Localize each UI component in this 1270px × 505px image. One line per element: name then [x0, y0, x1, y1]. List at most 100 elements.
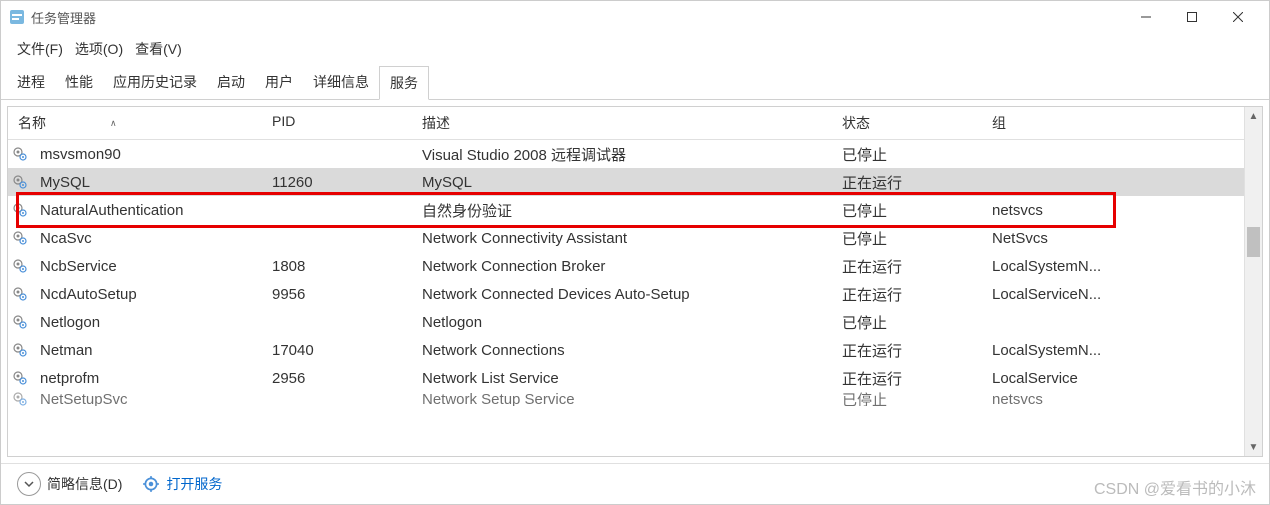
- service-description: Netlogon: [422, 314, 842, 331]
- service-status: 已停止: [842, 392, 992, 406]
- services-table: 名称∧ PID 描述 状态 组 msvsmon90 Visual Studio 2…: [8, 107, 1244, 456]
- service-description: 自然身份验证: [422, 200, 842, 221]
- service-description: Network Setup Service: [422, 392, 842, 406]
- service-status: 正在运行: [842, 284, 992, 305]
- service-pid: 17040: [272, 342, 422, 359]
- tab-用户[interactable]: 用户: [255, 66, 303, 100]
- tab-详细信息[interactable]: 详细信息: [303, 66, 379, 100]
- service-status: 正在运行: [842, 256, 992, 277]
- service-description: Network List Service: [422, 370, 842, 387]
- service-status: 已停止: [842, 228, 992, 249]
- service-description: Network Connected Devices Auto-Setup: [422, 286, 842, 303]
- minimize-button[interactable]: [1123, 3, 1169, 31]
- column-description[interactable]: 描述: [422, 113, 842, 133]
- service-status: 已停止: [842, 144, 992, 165]
- tab-启动[interactable]: 启动: [207, 66, 255, 100]
- service-icon: [12, 370, 28, 386]
- scroll-down-arrow-icon[interactable]: ▼: [1245, 438, 1262, 456]
- menu-view[interactable]: 查看(V): [131, 37, 186, 61]
- service-name: MySQL: [34, 174, 272, 191]
- tab-进程[interactable]: 进程: [7, 66, 55, 100]
- service-row[interactable]: NaturalAuthentication 自然身份验证已停止netsvcs: [8, 196, 1244, 224]
- menubar: 文件(F) 选项(O) 查看(V): [1, 33, 1269, 65]
- tab-服务[interactable]: 服务: [379, 66, 429, 100]
- app-icon: [9, 9, 25, 25]
- service-status: 正在运行: [842, 340, 992, 361]
- gear-icon: [142, 475, 160, 493]
- service-name: NcaSvc: [34, 230, 272, 247]
- service-name: msvsmon90: [34, 146, 272, 163]
- service-pid: 1808: [272, 258, 422, 275]
- chevron-down-icon: [17, 472, 41, 496]
- footer: 简略信息(D) 打开服务: [1, 463, 1269, 504]
- service-group: NetSvcs: [992, 230, 1192, 247]
- column-group[interactable]: 组: [992, 113, 1192, 133]
- service-pid: 9956: [272, 286, 422, 303]
- service-row[interactable]: netprofm2956Network List Service正在运行Loca…: [8, 364, 1244, 392]
- sort-indicator-icon: ∧: [110, 118, 117, 129]
- service-name: NcdAutoSetup: [34, 286, 272, 303]
- vertical-scrollbar[interactable]: ▲ ▼: [1244, 107, 1262, 456]
- service-row[interactable]: NcbService1808Network Connection Broker正…: [8, 252, 1244, 280]
- service-row[interactable]: MySQL11260MySQL正在运行: [8, 168, 1244, 196]
- maximize-button[interactable]: [1169, 3, 1215, 31]
- service-icon: [12, 392, 28, 406]
- column-name[interactable]: 名称∧: [12, 113, 272, 133]
- service-group: netsvcs: [992, 202, 1192, 219]
- service-status: 正在运行: [842, 368, 992, 389]
- service-row[interactable]: NetlogonNetlogon已停止: [8, 308, 1244, 336]
- service-icon: [12, 286, 28, 302]
- window-controls: [1123, 3, 1261, 31]
- column-status[interactable]: 状态: [842, 113, 992, 133]
- tabs: 进程性能应用历史记录启动用户详细信息服务: [1, 65, 1269, 100]
- service-icon: [12, 230, 28, 246]
- service-icon: [12, 314, 28, 330]
- service-description: MySQL: [422, 174, 842, 191]
- task-manager-window: 任务管理器 文件(F) 选项(O) 查看(V) 进程性能应用历史记录启动用户详细…: [0, 0, 1270, 505]
- tab-性能[interactable]: 性能: [55, 66, 103, 100]
- service-name: Netlogon: [34, 314, 272, 331]
- service-description: Visual Studio 2008 远程调试器: [422, 144, 842, 165]
- service-name: NaturalAuthentication: [34, 202, 272, 219]
- service-icon: [12, 174, 28, 190]
- titlebar: 任务管理器: [1, 1, 1269, 33]
- service-group: LocalServiceN...: [992, 286, 1192, 303]
- service-name: Netman: [34, 342, 272, 359]
- scroll-thumb[interactable]: [1247, 227, 1260, 257]
- service-pid: 2956: [272, 370, 422, 387]
- service-row[interactable]: NetSetupSvc Network Setup Service已停止netsv…: [8, 392, 1244, 406]
- service-status: 已停止: [842, 312, 992, 333]
- service-status: 已停止: [842, 200, 992, 221]
- service-name: NcbService: [34, 258, 272, 275]
- service-group: LocalSystemN...: [992, 258, 1192, 275]
- service-description: Network Connections: [422, 342, 842, 359]
- service-pid: 11260: [272, 174, 422, 191]
- service-status: 正在运行: [842, 172, 992, 193]
- close-button[interactable]: [1215, 3, 1261, 31]
- tab-应用历史记录[interactable]: 应用历史记录: [103, 66, 207, 100]
- service-description: Network Connection Broker: [422, 258, 842, 275]
- service-icon: [12, 258, 28, 274]
- service-row[interactable]: Netman17040Network Connections正在运行LocalS…: [8, 336, 1244, 364]
- window-title: 任务管理器: [31, 8, 96, 27]
- service-icon: [12, 342, 28, 358]
- service-name: NetSetupSvc: [34, 392, 272, 406]
- service-group: LocalSystemN...: [992, 342, 1192, 359]
- service-group: netsvcs: [992, 392, 1192, 406]
- service-row[interactable]: NcdAutoSetup9956Network Connected Device…: [8, 280, 1244, 308]
- service-name: netprofm: [34, 370, 272, 387]
- service-icon: [12, 146, 28, 162]
- menu-file[interactable]: 文件(F): [13, 37, 67, 61]
- open-services-link[interactable]: 打开服务: [142, 474, 222, 494]
- content-area: 名称∧ PID 描述 状态 组 msvsmon90 Visual Studio 2…: [7, 106, 1263, 457]
- column-pid[interactable]: PID: [272, 113, 422, 133]
- service-row[interactable]: NcaSvc Network Connectivity Assistant已停止N…: [8, 224, 1244, 252]
- service-row[interactable]: msvsmon90 Visual Studio 2008 远程调试器已停止: [8, 140, 1244, 168]
- scroll-up-arrow-icon[interactable]: ▲: [1245, 107, 1262, 125]
- menu-options[interactable]: 选项(O): [71, 37, 127, 61]
- service-description: Network Connectivity Assistant: [422, 230, 842, 247]
- service-group: LocalService: [992, 370, 1192, 387]
- less-details-button[interactable]: 简略信息(D): [17, 472, 122, 496]
- column-headers: 名称∧ PID 描述 状态 组: [8, 107, 1244, 140]
- service-icon: [12, 202, 28, 218]
